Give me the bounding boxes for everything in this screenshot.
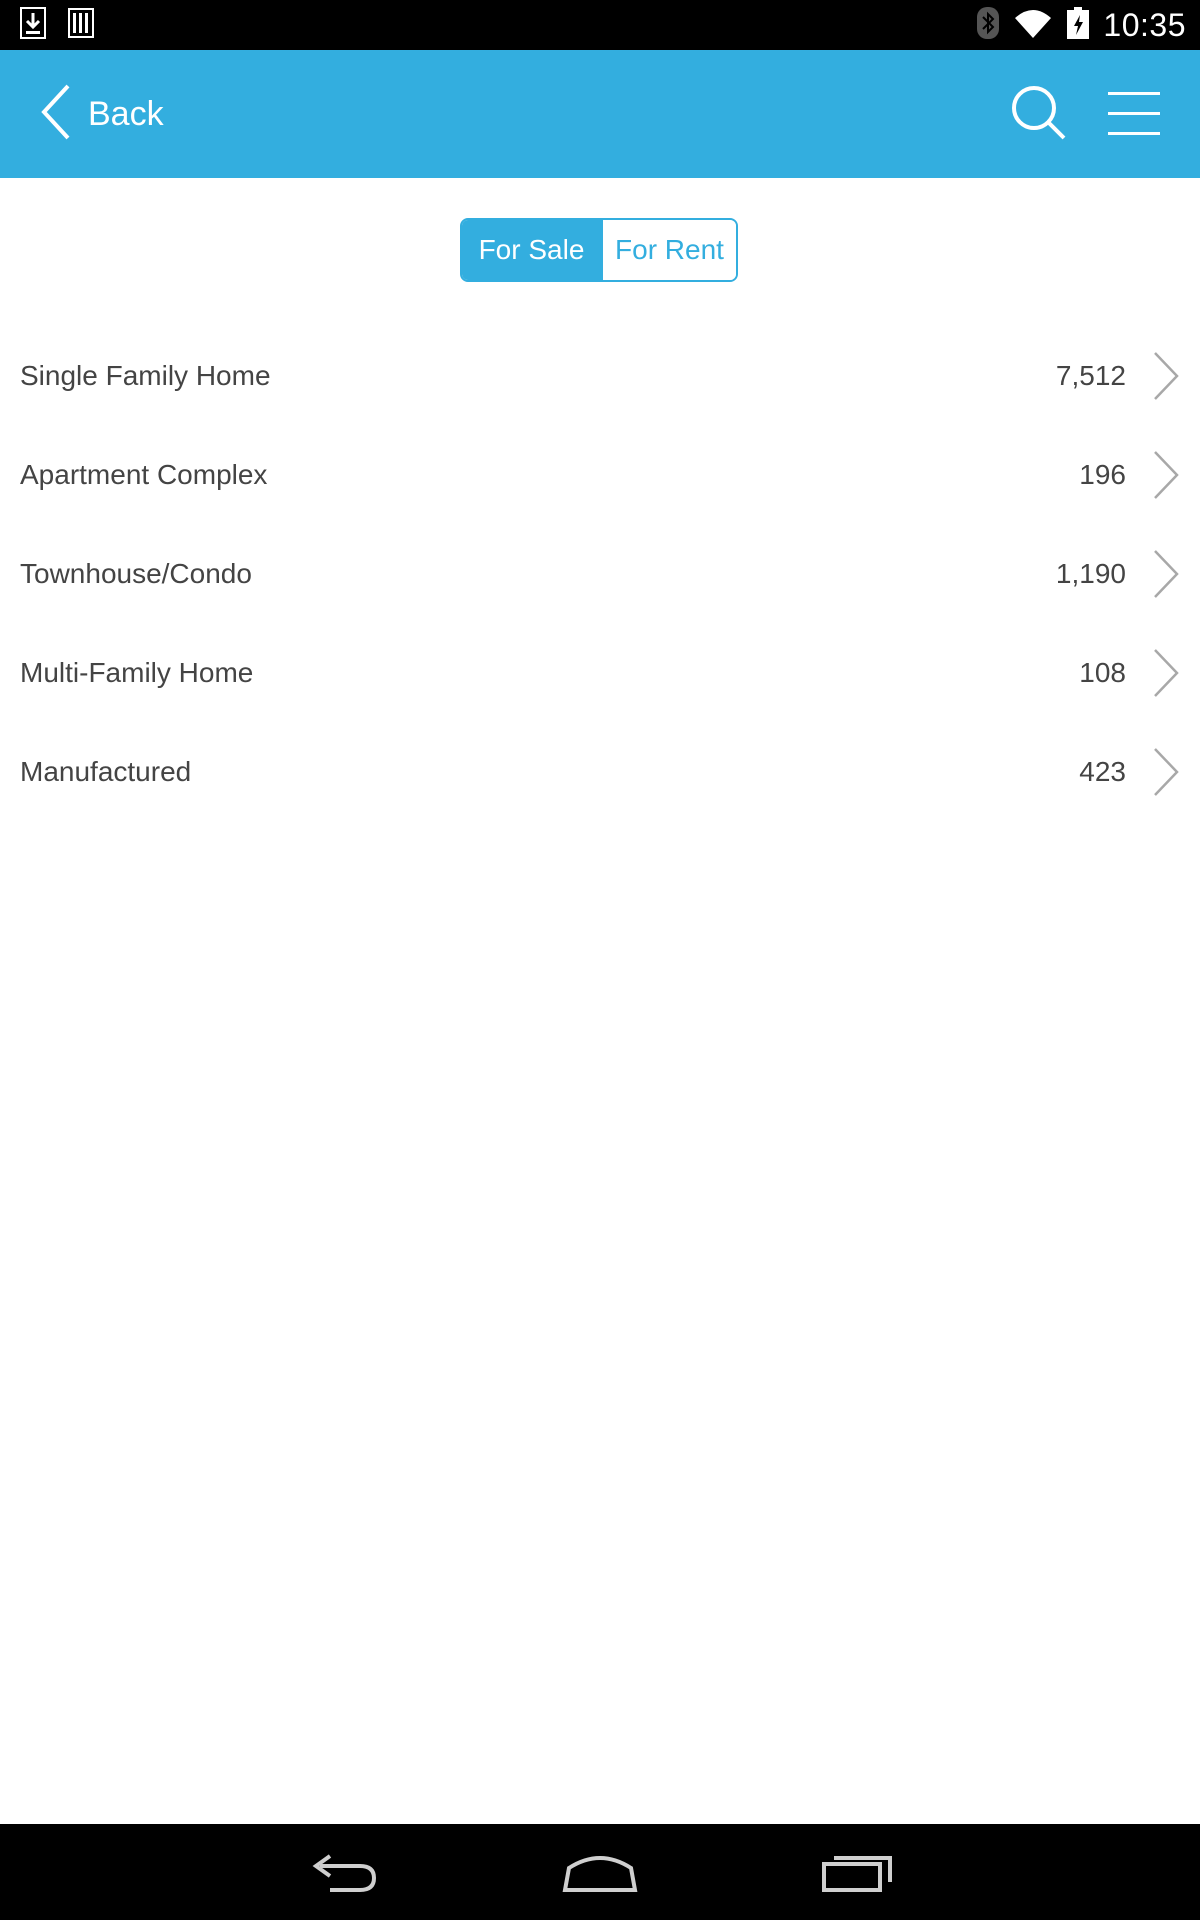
item-count: 7,512 xyxy=(1055,360,1126,391)
battery-charging-icon xyxy=(1067,6,1090,44)
chevron-right-icon xyxy=(1152,647,1180,699)
download-icon xyxy=(20,6,46,44)
list-item-multi-family-home[interactable]: Multi-Family Home 108 xyxy=(0,623,1200,722)
chevron-right-icon xyxy=(1152,449,1180,501)
list-item-manufactured[interactable]: Manufactured 423 xyxy=(0,722,1200,821)
chevron-right-icon xyxy=(1152,350,1180,402)
item-count: 108 xyxy=(1079,657,1126,688)
item-label: Apartment Complex xyxy=(20,459,268,490)
back-nav-icon xyxy=(300,1854,390,1908)
item-count: 1,190 xyxy=(1055,558,1126,589)
item-label: Single Family Home xyxy=(20,360,271,391)
status-left-icons xyxy=(20,6,94,44)
list-item-apartment-complex[interactable]: Apartment Complex 196 xyxy=(0,425,1200,524)
item-label: Townhouse/Condo xyxy=(20,558,252,589)
item-label: Manufactured xyxy=(20,756,192,787)
recents-nav-icon xyxy=(812,1856,902,1908)
property-type-list: Single Family Home 7,512 Apartment Compl… xyxy=(0,326,1200,821)
chevron-right-icon xyxy=(1152,548,1180,600)
barcode-icon xyxy=(68,7,94,43)
status-time: 10:35 xyxy=(1103,6,1186,43)
home-nav-button[interactable] xyxy=(555,1840,645,1904)
list-item-townhouse-condo[interactable]: Townhouse/Condo 1,190 xyxy=(0,524,1200,623)
bluetooth-icon xyxy=(977,6,1000,44)
navigation-bar xyxy=(0,1824,1200,1920)
search-button[interactable] xyxy=(1010,84,1070,144)
home-nav-icon xyxy=(555,1856,645,1908)
recents-nav-button[interactable] xyxy=(812,1840,902,1904)
item-count: 196 xyxy=(1079,459,1126,490)
back-chevron-icon xyxy=(40,84,72,145)
item-label: Multi-Family Home xyxy=(20,657,254,688)
item-count: 423 xyxy=(1079,756,1126,787)
for-sale-tab[interactable]: For Sale xyxy=(462,220,601,280)
chevron-right-icon xyxy=(1152,746,1180,798)
sale-rent-toggle: For Sale For Rent xyxy=(460,218,738,282)
hamburger-menu-icon xyxy=(1106,92,1162,144)
back-nav-button[interactable] xyxy=(300,1840,390,1904)
back-label: Back xyxy=(88,94,164,133)
status-right-icons: 10:35 xyxy=(977,0,1186,50)
wifi-icon xyxy=(1013,8,1053,43)
for-rent-tab[interactable]: For Rent xyxy=(601,220,736,280)
menu-button[interactable] xyxy=(1106,88,1162,140)
list-item-single-family-home[interactable]: Single Family Home 7,512 xyxy=(0,326,1200,425)
back-button[interactable]: Back xyxy=(40,78,164,150)
action-bar: Back xyxy=(0,50,1200,178)
search-icon xyxy=(1010,86,1070,148)
status-bar: 10:35 xyxy=(0,0,1200,50)
